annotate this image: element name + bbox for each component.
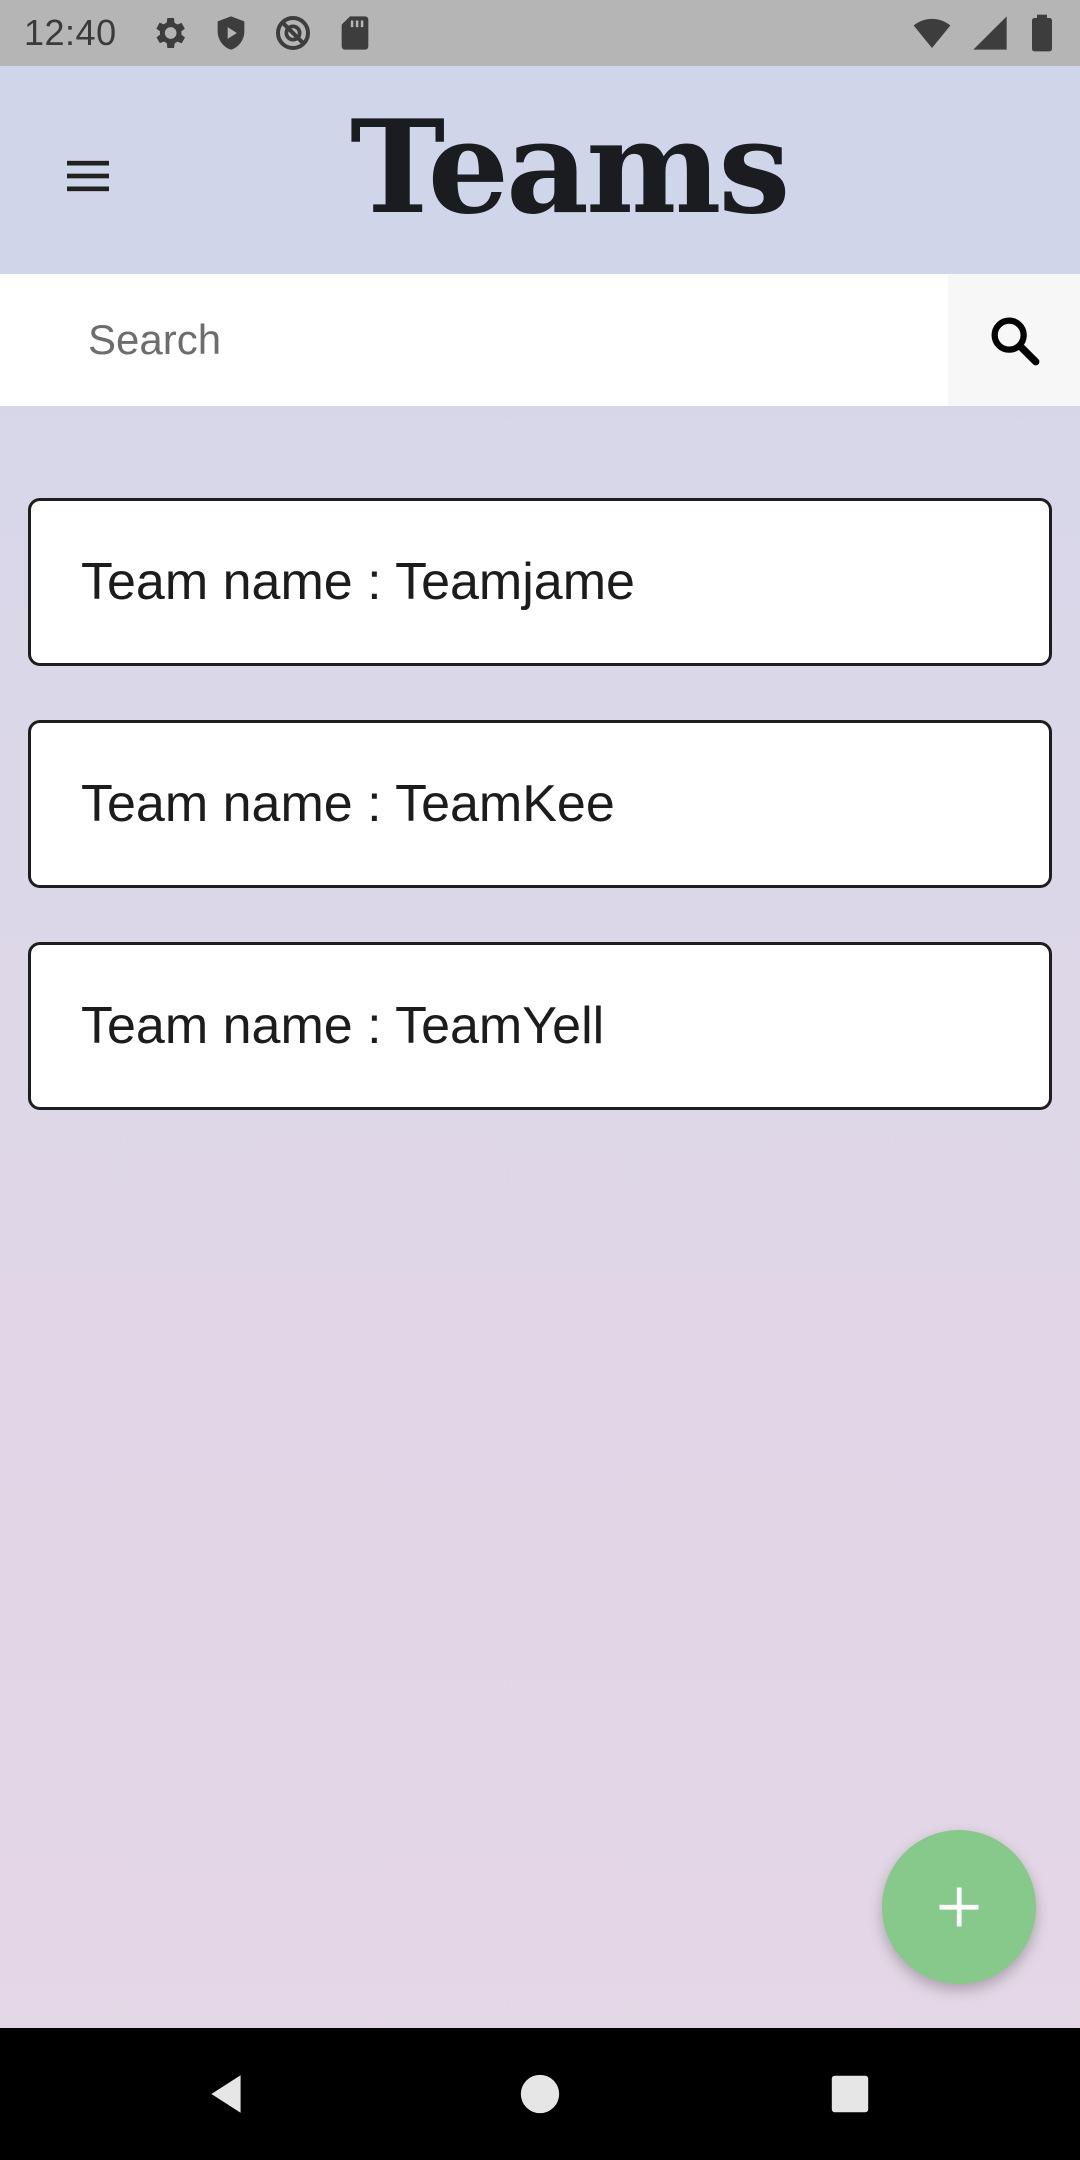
team-card[interactable]: Team name : TeamYell [28, 942, 1052, 1110]
status-right-icons [912, 13, 1056, 53]
settings-gear-icon [149, 13, 189, 53]
wifi-icon [912, 13, 952, 53]
status-bar: 12:40 [0, 0, 1080, 66]
signal-icon [970, 13, 1010, 53]
status-time: 12:40 [24, 12, 117, 53]
system-nav-bar [0, 2028, 1080, 2160]
sd-card-icon [335, 13, 375, 53]
team-name-label: Team name : TeamKee [81, 775, 615, 833]
search-bar [0, 274, 1080, 406]
recents-icon [831, 2075, 869, 2113]
back-icon [211, 2075, 241, 2113]
search-icon [991, 317, 1040, 366]
team-name-label: Team name : Teamjame [81, 553, 635, 611]
nav-recents-button[interactable] [806, 2050, 894, 2138]
page-title: Teams [350, 93, 790, 243]
search-button[interactable] [948, 274, 1080, 406]
menu-button[interactable] [44, 132, 132, 220]
status-left-icons [149, 13, 375, 53]
home-icon [520, 2074, 560, 2114]
team-card[interactable]: Team name : TeamKee [28, 720, 1052, 888]
nav-back-button[interactable] [182, 2050, 270, 2138]
plus-icon [939, 1887, 979, 1927]
hamburger-menu-icon [67, 160, 109, 192]
team-name-label: Team name : TeamYell [81, 997, 605, 1055]
nav-home-button[interactable] [496, 2050, 584, 2138]
team-list: Team name : Teamjame Team name : TeamKee… [28, 498, 1052, 1164]
search-input[interactable] [0, 274, 948, 406]
blocked-circle-icon [273, 13, 313, 53]
team-card[interactable]: Team name : Teamjame [28, 498, 1052, 666]
shield-icon [211, 13, 251, 53]
battery-icon [1028, 13, 1056, 53]
add-team-button[interactable] [882, 1830, 1036, 1984]
app-bar: Teams [0, 66, 1080, 274]
